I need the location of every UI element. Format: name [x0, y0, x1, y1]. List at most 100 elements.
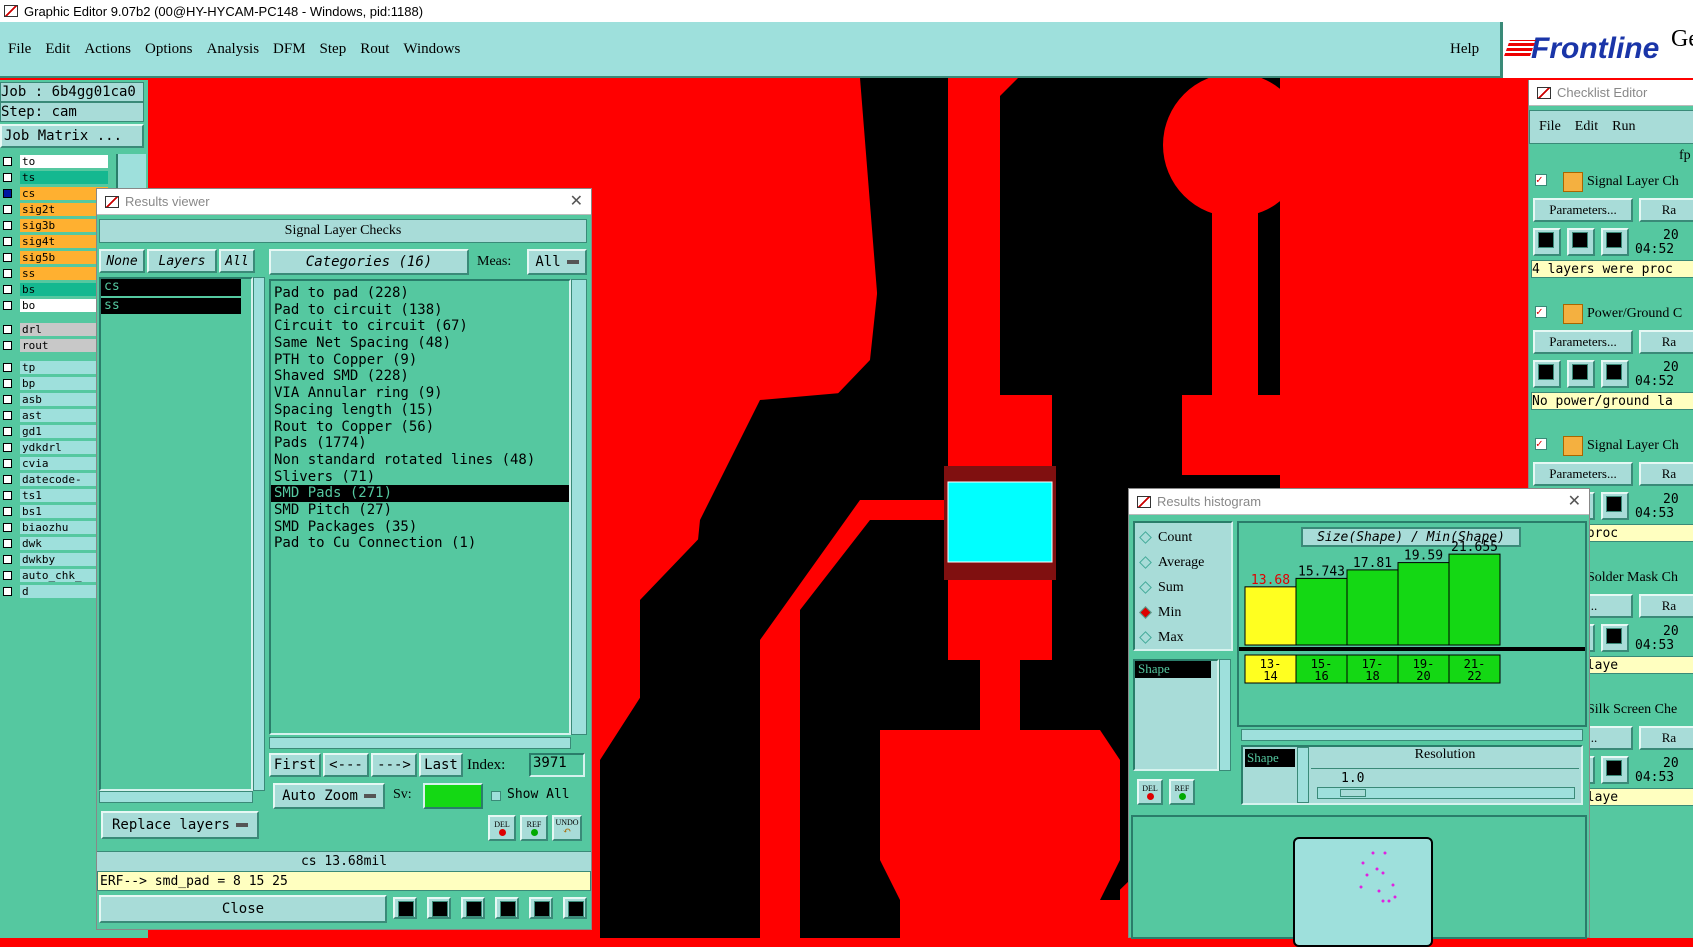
layer-row-datecode-[interactable]: datecode-: [0, 472, 108, 486]
layer-name[interactable]: sig2t: [20, 202, 108, 216]
category-item[interactable]: SMD Packages (35): [271, 519, 569, 536]
menu-help[interactable]: Help: [1450, 41, 1479, 57]
category-item[interactable]: Slivers (71): [271, 469, 569, 486]
layer-name[interactable]: bo: [20, 298, 108, 312]
chart-bar[interactable]: [1295, 577, 1348, 646]
menu-step[interactable]: Step: [320, 41, 347, 58]
layer-row-drl[interactable]: drl: [0, 322, 108, 336]
categories-scrollbar[interactable]: [571, 279, 587, 735]
option-count[interactable]: Count: [1135, 525, 1231, 550]
layer-checkbox[interactable]: [3, 252, 12, 262]
layer-checkbox[interactable]: [3, 156, 12, 166]
cross-box-icon[interactable]: [461, 897, 485, 919]
option-min[interactable]: Min: [1135, 600, 1231, 625]
layer-name[interactable]: sig3b: [20, 218, 108, 232]
close-icon[interactable]: ✕: [570, 191, 583, 211]
histogram-icon[interactable]: [563, 897, 587, 919]
layer-list-scrollbar[interactable]: [253, 277, 265, 791]
layer-row-sig2t[interactable]: sig2t: [0, 202, 108, 216]
layer-checkbox[interactable]: [3, 490, 12, 500]
layer-checkbox[interactable]: [3, 340, 12, 350]
layer-name[interactable]: asb: [20, 392, 108, 406]
del-button[interactable]: DEL: [488, 815, 516, 841]
layer-row-tp[interactable]: tp: [0, 360, 108, 374]
resolution-slider[interactable]: [1317, 787, 1575, 799]
layer-result-item[interactable]: cs: [101, 279, 241, 296]
shape-list-scrollbar[interactable]: [1219, 659, 1231, 771]
chart-bar[interactable]: [1346, 569, 1399, 646]
layer-checkbox[interactable]: [3, 538, 12, 548]
run-icon[interactable]: [1567, 360, 1595, 388]
shape-list[interactable]: Shape: [1133, 659, 1219, 771]
layer-name[interactable]: datecode-: [20, 472, 108, 486]
layer-row-ts1[interactable]: ts1: [0, 488, 108, 502]
auto-zoom-dropdown[interactable]: Auto Zoom: [273, 783, 385, 809]
layer-name[interactable]: dwkby: [20, 552, 108, 566]
prev-button[interactable]: <---: [323, 753, 369, 777]
layer-checkbox[interactable]: [3, 474, 12, 484]
layer-checkbox[interactable]: [3, 570, 12, 580]
option-max[interactable]: Max: [1135, 625, 1231, 650]
first-button[interactable]: First: [269, 753, 321, 777]
shape-list-item[interactable]: Shape: [1135, 661, 1211, 678]
layer-row-sig4t[interactable]: sig4t: [0, 234, 108, 248]
menu-dfm[interactable]: DFM: [273, 41, 306, 58]
layer-checkbox[interactable]: [3, 300, 12, 310]
layer-list-hscroll[interactable]: [99, 791, 253, 803]
layer-checkbox[interactable]: [3, 458, 12, 468]
category-item[interactable]: Circuit to circuit (67): [271, 318, 569, 335]
layer-row-dwkby[interactable]: dwkby: [0, 552, 108, 566]
layer-checkbox[interactable]: [3, 410, 12, 420]
layer-row-cvia[interactable]: cvia: [0, 456, 108, 470]
parameters-button[interactable]: Parameters...: [1533, 462, 1633, 486]
layer-name[interactable]: ss: [20, 266, 108, 280]
run-icon[interactable]: [1601, 624, 1629, 652]
bar-chart-icon[interactable]: [393, 897, 417, 919]
option-sum[interactable]: Sum: [1135, 575, 1231, 600]
run-icon[interactable]: [1601, 756, 1629, 784]
layer-row-cs[interactable]: cs: [0, 186, 108, 200]
category-item[interactable]: Shaved SMD (228): [271, 368, 569, 385]
close-icon[interactable]: ✕: [1568, 491, 1581, 511]
menu-analysis[interactable]: Analysis: [207, 41, 260, 58]
menu-actions[interactable]: Actions: [84, 41, 131, 58]
layer-checkbox[interactable]: [3, 506, 12, 516]
layer-checkbox[interactable]: [3, 188, 12, 198]
parameters-button[interactable]: Parameters...: [1533, 330, 1633, 354]
layer-name[interactable]: drl: [20, 322, 108, 336]
all-button[interactable]: All: [219, 249, 255, 273]
layer-checkbox[interactable]: [3, 586, 12, 596]
check-box-icon[interactable]: ✓: [1535, 306, 1547, 318]
layer-row-bo[interactable]: bo: [0, 298, 108, 312]
layer-name[interactable]: auto_chk_: [20, 568, 108, 582]
chart-bar[interactable]: [1244, 586, 1297, 646]
run-icon[interactable]: [1601, 228, 1629, 256]
histogram-chart[interactable]: 13.6813-1415.74315-1617.8117-1819.5919-2…: [1239, 523, 1585, 725]
check-box-icon[interactable]: ✓: [1535, 174, 1547, 186]
layer-row-asb[interactable]: asb: [0, 392, 108, 406]
run-icon[interactable]: [1533, 360, 1561, 388]
layer-checkbox[interactable]: [3, 394, 12, 404]
layer-row-ast[interactable]: ast: [0, 408, 108, 422]
layer-name[interactable]: ts: [20, 170, 108, 184]
undo-button[interactable]: UNDO ↶: [552, 815, 582, 841]
hist-ref-button[interactable]: REF: [1169, 779, 1195, 805]
categories-hscroll[interactable]: [269, 737, 571, 749]
layer-row-auto_chk_[interactable]: auto_chk_: [0, 568, 108, 582]
layer-name[interactable]: ts1: [20, 488, 108, 502]
run-icon[interactable]: [1533, 228, 1561, 256]
categories-button[interactable]: Categories (16): [269, 249, 469, 275]
layer-name[interactable]: bp: [20, 376, 108, 390]
layer-checkbox[interactable]: [3, 220, 12, 230]
ra-button[interactable]: Ra: [1639, 198, 1693, 222]
layer-results-list[interactable]: cs ss: [99, 277, 253, 791]
category-item[interactable]: Pad to Cu Connection (1): [271, 535, 569, 552]
layer-row-sig5b[interactable]: sig5b: [0, 250, 108, 264]
layer-checkbox[interactable]: [3, 442, 12, 452]
layer-row-bs1[interactable]: bs1: [0, 504, 108, 518]
layer-row-d[interactable]: d: [0, 584, 108, 598]
layer-row-ss[interactable]: ss: [0, 266, 108, 280]
last-button[interactable]: Last: [419, 753, 463, 777]
sv-color-dropdown[interactable]: [423, 783, 483, 809]
meas-dropdown[interactable]: All: [527, 249, 587, 275]
